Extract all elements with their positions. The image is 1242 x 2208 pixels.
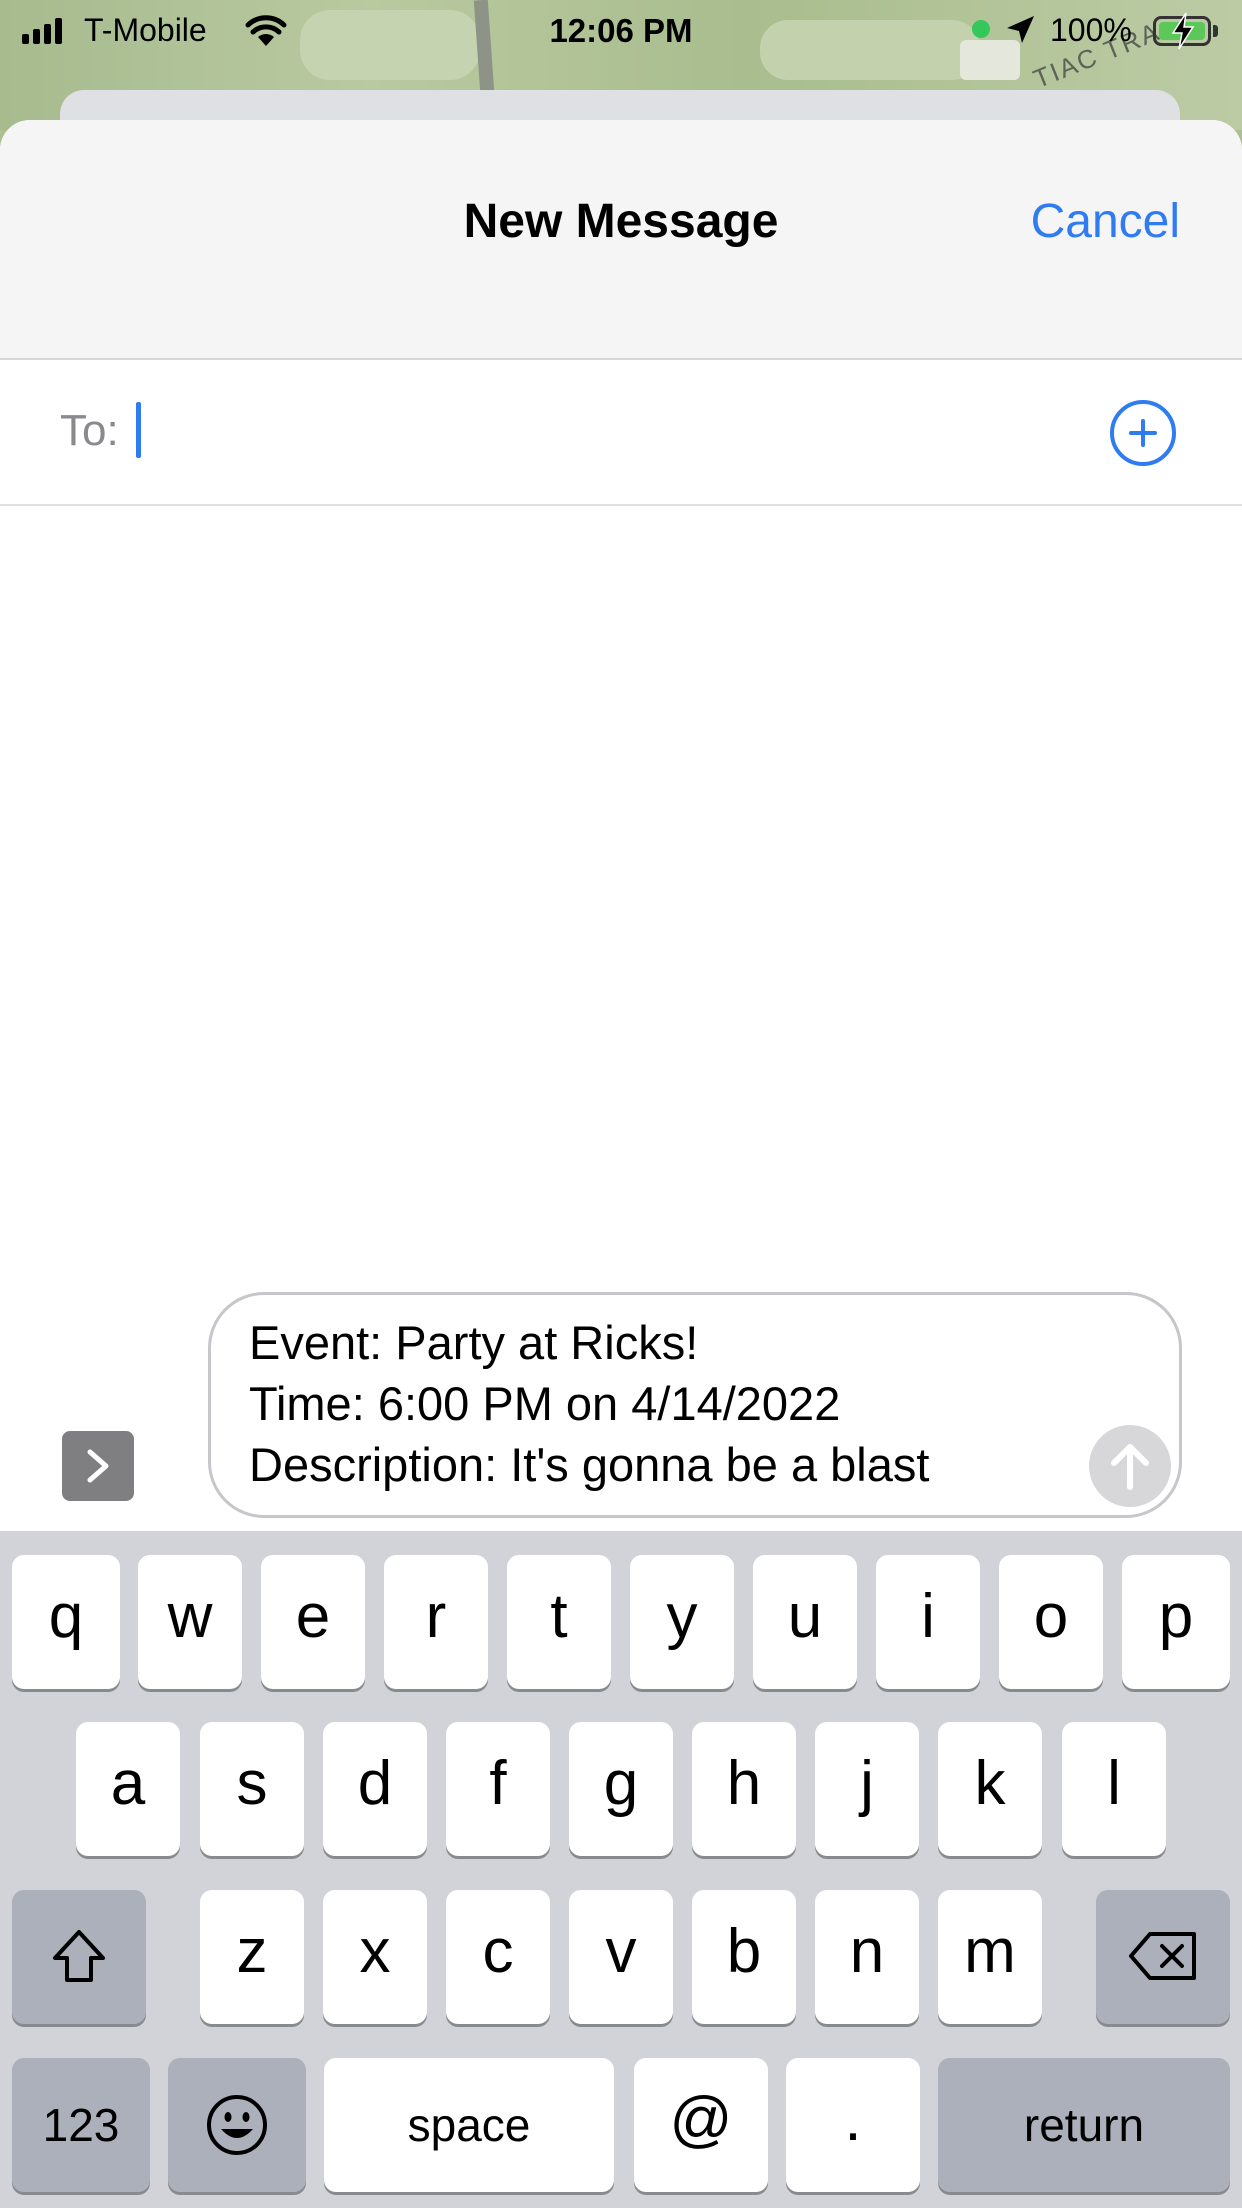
key-t[interactable]: t [507, 1555, 611, 1689]
delete-backspace-icon [1129, 1932, 1196, 1980]
app-drawer-button[interactable] [62, 1431, 134, 1501]
keyboard: q w e r t y u i o p a s d f g h j k l z … [0, 1531, 1242, 2208]
battery-nub [1213, 25, 1218, 37]
key-o[interactable]: o [999, 1555, 1103, 1689]
key-k[interactable]: k [938, 1722, 1042, 1856]
key-e[interactable]: e [261, 1555, 365, 1689]
return-key[interactable]: return [938, 2058, 1230, 2192]
key-w[interactable]: w [138, 1555, 242, 1689]
key-i[interactable]: i [876, 1555, 980, 1689]
emoji-key[interactable] [168, 2058, 306, 2192]
key-a[interactable]: a [76, 1722, 180, 1856]
send-button[interactable] [1089, 1425, 1171, 1507]
arrow-up-icon [1111, 1444, 1149, 1490]
key-g[interactable]: g [569, 1722, 673, 1856]
to-label: To: [60, 406, 119, 455]
key-s[interactable]: s [200, 1722, 304, 1856]
period-key[interactable]: . [786, 2058, 920, 2192]
key-u[interactable]: u [753, 1555, 857, 1689]
delete-key[interactable] [1096, 1890, 1230, 2024]
message-line: Description: It's gonna be a blast [249, 1438, 930, 1491]
cancel-button[interactable]: Cancel [1031, 194, 1180, 249]
key-m[interactable]: m [938, 1890, 1042, 2024]
navigation-bar: New Message Cancel [0, 120, 1242, 360]
privacy-indicator-dot [972, 20, 990, 38]
message-line: Event: Party at Ricks! [249, 1316, 699, 1369]
at-key[interactable]: @ [634, 2058, 768, 2192]
key-x[interactable]: x [323, 1890, 427, 2024]
add-contact-button[interactable] [1110, 400, 1176, 466]
message-line: Time: 6:00 PM on 4/14/2022 [249, 1377, 841, 1430]
space-key[interactable]: space [324, 2058, 614, 2192]
recipient-row: To: [0, 360, 1242, 506]
battery-percentage: 100% [1050, 12, 1132, 48]
key-j[interactable]: j [815, 1722, 919, 1856]
key-d[interactable]: d [323, 1722, 427, 1856]
key-h[interactable]: h [692, 1722, 796, 1856]
shift-icon [53, 1930, 105, 1982]
key-r[interactable]: r [384, 1555, 488, 1689]
location-arrow-icon [1004, 14, 1036, 54]
message-input[interactable]: Event: Party at Ricks! Time: 6:00 PM on … [208, 1292, 1182, 1518]
key-c[interactable]: c [446, 1890, 550, 2024]
key-z[interactable]: z [200, 1890, 304, 2024]
key-v[interactable]: v [569, 1890, 673, 2024]
recipient-input[interactable] [136, 402, 141, 458]
key-q[interactable]: q [12, 1555, 120, 1689]
status-bar: T-Mobile 12:06 PM 100% [0, 0, 1242, 60]
shift-key[interactable] [12, 1890, 146, 2024]
key-f[interactable]: f [446, 1722, 550, 1856]
key-b[interactable]: b [692, 1890, 796, 2024]
chevron-right-icon [87, 1449, 109, 1483]
emoji-smiley-icon [207, 2095, 267, 2155]
key-y[interactable]: y [630, 1555, 734, 1689]
numbers-key[interactable]: 123 [12, 2058, 150, 2192]
key-p[interactable]: p [1122, 1555, 1230, 1689]
key-l[interactable]: l [1062, 1722, 1166, 1856]
key-n[interactable]: n [815, 1890, 919, 2024]
charging-bolt-icon [1170, 12, 1196, 58]
